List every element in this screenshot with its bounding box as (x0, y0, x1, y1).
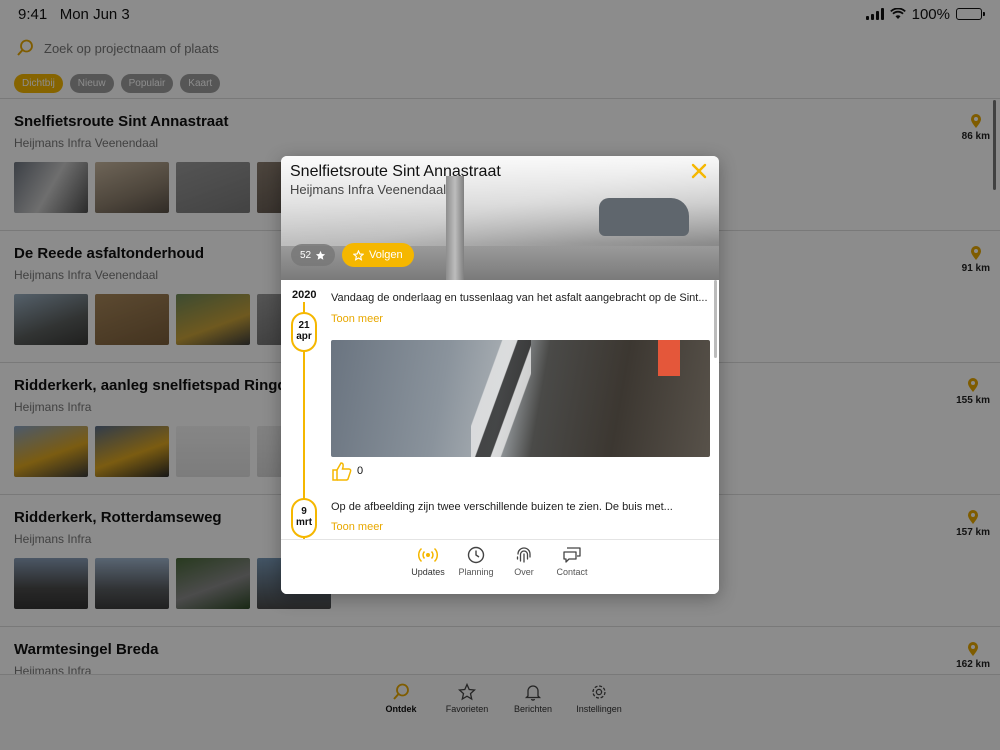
close-button[interactable] (689, 162, 709, 182)
tab-label: Updates (411, 567, 445, 577)
thumbs-up-icon (332, 462, 352, 481)
update-date: 21 apr (291, 312, 317, 352)
project-detail-modal: Snelfietsroute Sint Annastraat Heijmans … (281, 156, 719, 594)
clock-icon (467, 546, 485, 564)
timeline-year: 2020 (291, 288, 318, 302)
photo-curb-marking (471, 340, 531, 457)
follow-label: Volgen (369, 249, 403, 261)
modal-subtitle: Heijmans Infra Veenendaal (290, 182, 447, 197)
tab-label: Over (514, 567, 534, 577)
detail-tab-bar: Updates Planning Over Contact (281, 539, 719, 594)
star-icon (316, 250, 326, 260)
header-photo-car (599, 198, 689, 236)
tab-contact[interactable]: Contact (552, 546, 592, 594)
follower-count: 52 (300, 249, 312, 261)
update-month: mrt (295, 517, 313, 528)
fingerprint-icon (516, 547, 531, 563)
updates-feed: 2020 21 apr Vandaag de onderlaag en tuss… (281, 280, 719, 539)
update-text: Op de afbeelding zijn twee verschillende… (331, 501, 673, 513)
update-month: apr (296, 331, 312, 342)
update-date: 9 mrt (291, 498, 317, 538)
close-icon (691, 163, 707, 178)
update-photo[interactable] (331, 340, 710, 457)
follow-button[interactable]: Volgen (342, 243, 414, 267)
tab-over[interactable]: Over (504, 546, 544, 594)
show-more-link[interactable]: Toon meer (331, 521, 383, 533)
update-day: 21 (298, 320, 310, 331)
tab-label: Planning (458, 567, 494, 577)
project-header: Snelfietsroute Sint Annastraat Heijmans … (281, 156, 719, 280)
header-photo-tree (446, 176, 464, 280)
broadcast-icon (418, 547, 438, 563)
tab-planning[interactable]: Planning (456, 546, 496, 594)
follower-count-badge: 52 (291, 244, 336, 266)
feed-scrollbar[interactable] (714, 280, 717, 358)
tab-updates[interactable]: Updates (408, 546, 448, 594)
chat-icon (563, 547, 581, 563)
update-text: Vandaag de onderlaag en tussenlaag van h… (331, 292, 708, 304)
like-control[interactable]: 0 (331, 461, 363, 481)
modal-title: Snelfietsroute Sint Annastraat (290, 163, 501, 180)
star-outline-icon (353, 249, 364, 261)
tab-label: Contact (556, 567, 588, 577)
like-count: 0 (357, 465, 364, 477)
update-day: 9 (301, 506, 307, 517)
photo-traffic-barrier (658, 340, 680, 376)
show-more-link[interactable]: Toon meer (331, 313, 383, 325)
